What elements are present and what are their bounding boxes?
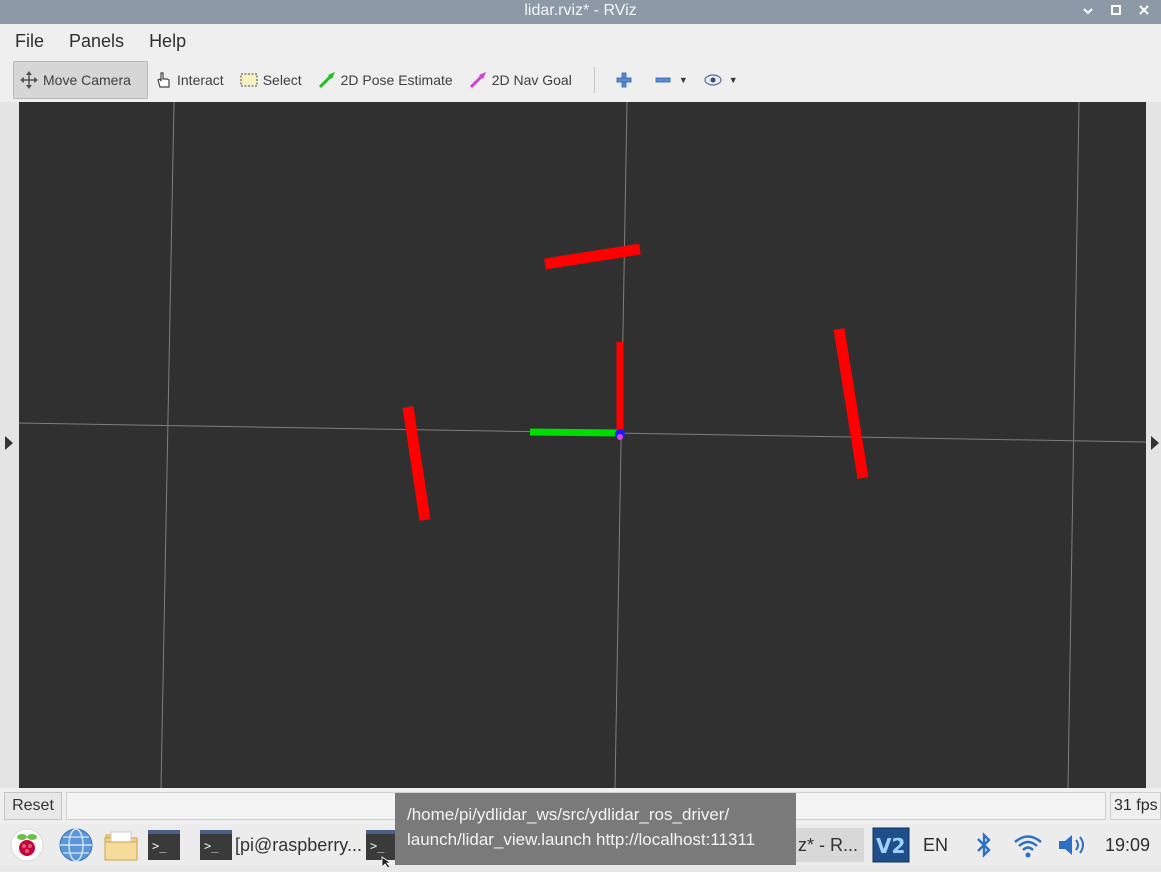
plus-icon xyxy=(615,71,633,89)
select-box-icon xyxy=(240,71,258,89)
grid xyxy=(18,101,1147,789)
select-button[interactable]: Select xyxy=(234,61,312,99)
scan-segment xyxy=(402,406,431,521)
move-camera-label: Move Camera xyxy=(43,72,131,88)
mouse-cursor-icon xyxy=(381,853,393,872)
close-icon[interactable] xyxy=(1137,1,1151,23)
interact-button[interactable]: Interact xyxy=(148,61,234,99)
pose-estimate-label: 2D Pose Estimate xyxy=(340,72,453,88)
remove-tool-button[interactable]: ▼ xyxy=(646,61,696,99)
grid-line xyxy=(160,101,175,789)
nav-goal-button[interactable]: 2D Nav Goal xyxy=(463,61,582,99)
minus-icon xyxy=(654,71,672,89)
window-controls xyxy=(1081,0,1151,24)
window-title: lidar.rviz* - RViz xyxy=(524,2,637,19)
minimize-icon[interactable] xyxy=(1081,1,1095,23)
tooltip-line: launch/lidar_view.launch http://localhos… xyxy=(407,830,756,849)
volume-icon[interactable] xyxy=(1056,828,1090,862)
svg-text:V2: V2 xyxy=(876,834,905,858)
scan-segment xyxy=(833,328,869,479)
folder-icon[interactable] xyxy=(102,828,140,862)
menu-bar: File Panels Help xyxy=(0,24,1161,58)
grid-line xyxy=(1067,101,1080,789)
scan-segment xyxy=(544,243,641,270)
keyboard-layout[interactable]: EN xyxy=(923,828,948,862)
fps-readout: 31 fps xyxy=(1110,792,1161,820)
render-viewport[interactable] xyxy=(18,101,1147,789)
globe-browser-icon[interactable] xyxy=(58,828,94,862)
base-frame-axes xyxy=(529,342,625,440)
hand-pointer-icon xyxy=(154,71,172,89)
window-titlebar: lidar.rviz* - RViz xyxy=(0,0,1161,24)
tooltip-line: /home/pi/ydlidar_ws/src/ydlidar_ros_driv… xyxy=(407,805,730,824)
taskbar-terminal-task[interactable]: >_ [pi@raspberry... xyxy=(200,828,362,862)
interact-label: Interact xyxy=(177,72,224,88)
terminal-task-label: [pi@raspberry... xyxy=(235,834,362,855)
view-options-button[interactable]: ▼ xyxy=(696,61,746,99)
laser-scan xyxy=(402,243,869,521)
expand-right-panel-icon[interactable] xyxy=(1151,436,1159,450)
nav-goal-label: 2D Nav Goal xyxy=(491,72,572,88)
bluetooth-icon[interactable] xyxy=(973,828,995,862)
move-camera-icon xyxy=(20,71,38,89)
y-axis-green xyxy=(529,428,621,437)
eye-icon xyxy=(704,71,722,89)
expand-left-panel-icon[interactable] xyxy=(5,436,13,450)
select-label: Select xyxy=(262,72,302,88)
terminal-icon[interactable]: >_ xyxy=(148,828,180,862)
grid-line xyxy=(614,101,628,789)
terminal-icon: >_ xyxy=(200,830,232,860)
green-arrow-icon xyxy=(318,71,336,89)
add-tool-button[interactable] xyxy=(607,61,646,99)
toolbar-separator xyxy=(593,67,595,93)
chevron-down-icon[interactable]: ▼ xyxy=(679,75,688,85)
taskbar-rviz-task[interactable]: z* - R... xyxy=(796,828,864,862)
tool-bar: Move Camera Interact Select 2D Pose Esti… xyxy=(0,58,1161,102)
scene-canvas xyxy=(18,101,1147,789)
wifi-icon[interactable] xyxy=(1012,828,1044,862)
origin-marker xyxy=(617,434,623,440)
rviz-task-label: z* - R... xyxy=(798,834,859,855)
launch-tooltip: /home/pi/ydlidar_ws/src/ydlidar_ros_driv… xyxy=(395,793,796,865)
pose-estimate-button[interactable]: 2D Pose Estimate xyxy=(312,61,463,99)
move-camera-button[interactable]: Move Camera xyxy=(13,61,148,99)
menu-panels[interactable]: Panels xyxy=(69,31,124,52)
magenta-arrow-icon xyxy=(469,71,487,89)
vnc-icon[interactable]: V2 xyxy=(872,827,910,863)
clock: 19:09 xyxy=(1105,835,1151,855)
menu-help[interactable]: Help xyxy=(149,31,186,52)
raspberry-menu-icon[interactable] xyxy=(10,828,44,862)
maximize-icon[interactable] xyxy=(1109,1,1123,23)
chevron-down-icon[interactable]: ▼ xyxy=(729,75,738,85)
reset-button[interactable]: Reset xyxy=(4,792,62,820)
menu-file[interactable]: File xyxy=(15,31,44,52)
